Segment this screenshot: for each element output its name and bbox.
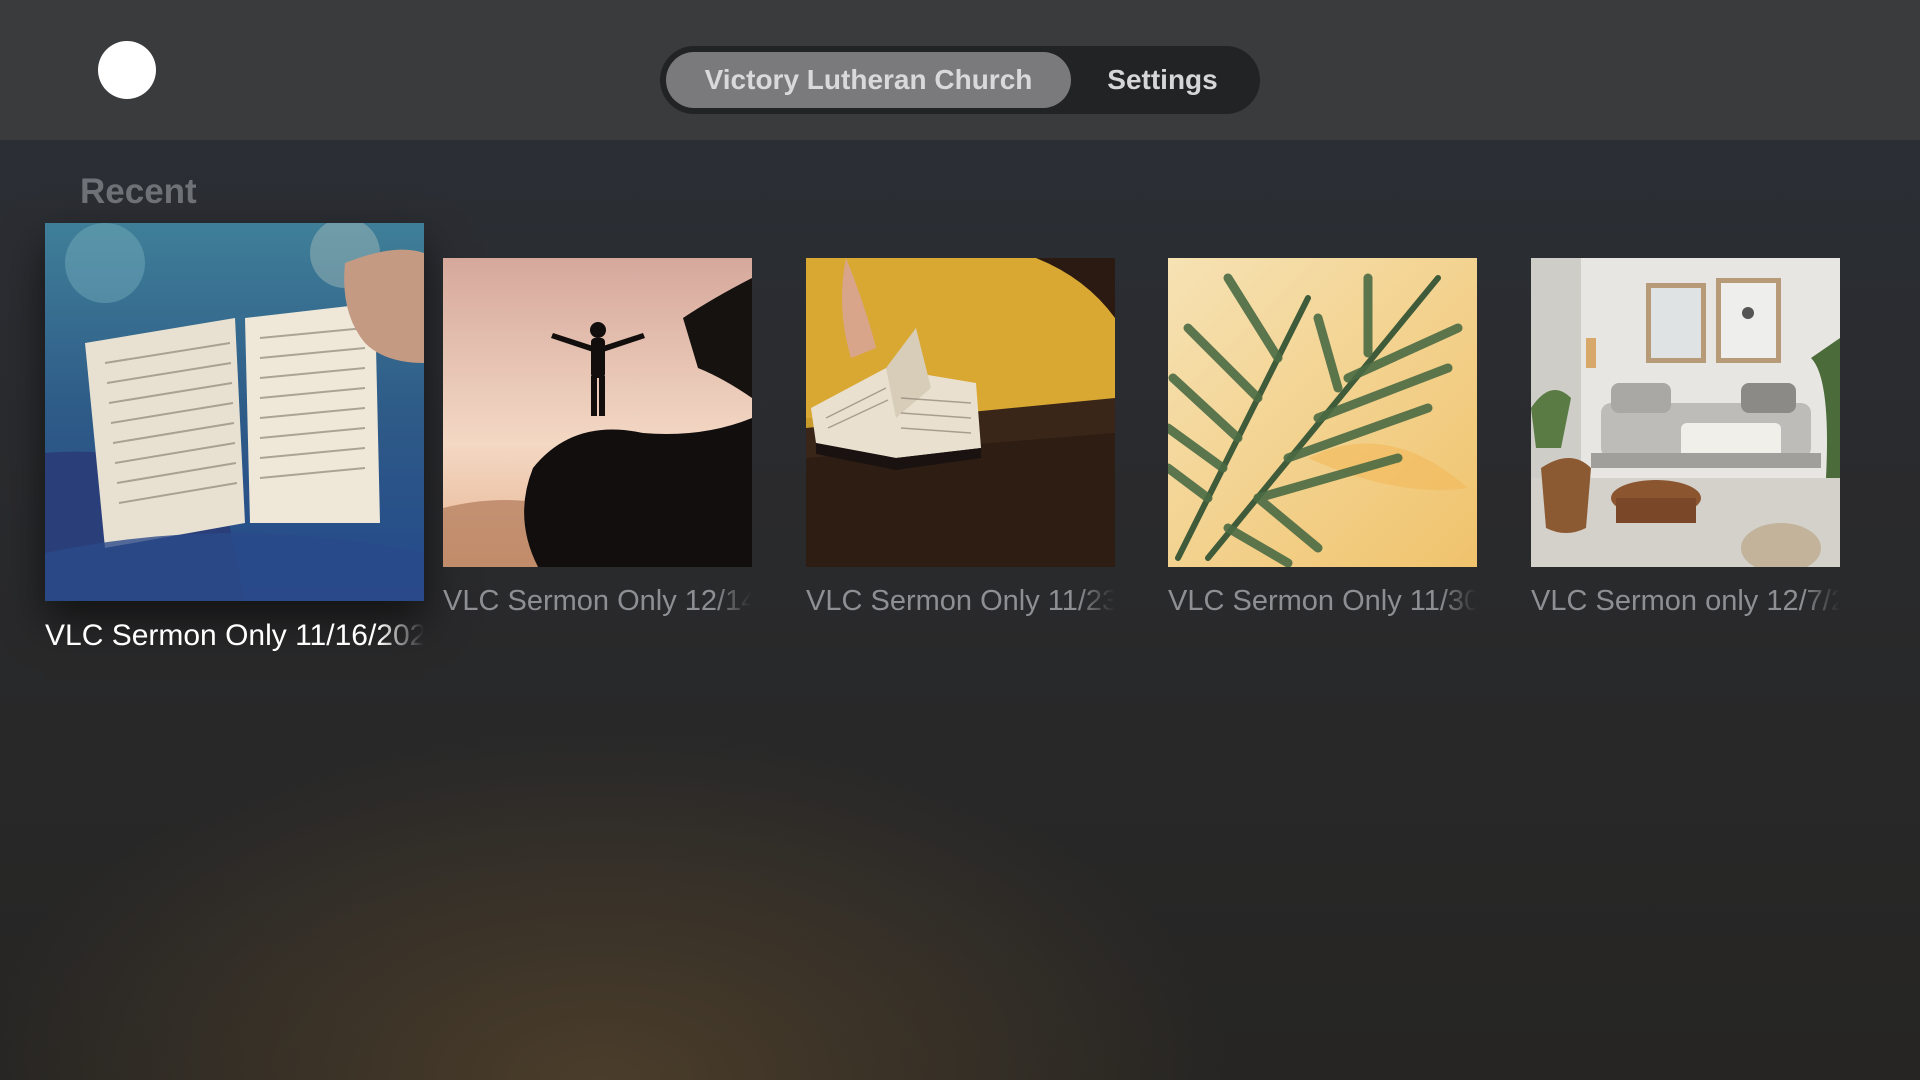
tab-settings[interactable]: Settings	[1071, 52, 1254, 108]
card-title: VLC Sermon Only 12/14/2025	[443, 585, 752, 617]
sermon-card-5[interactable]: VLC Sermon only 12/7/2025	[1531, 258, 1840, 618]
thumbnail-living-room	[1531, 258, 1840, 567]
thumbnail-palm-leaves	[1168, 258, 1477, 567]
card-title: VLC Sermon Only 11/23/2025	[806, 585, 1115, 617]
card-title: VLC Sermon Only 11/16/2025	[45, 619, 424, 652]
tab-bar: Victory Lutheran Church Settings	[660, 46, 1260, 114]
tab-victory-lutheran-church[interactable]: Victory Lutheran Church	[666, 52, 1071, 108]
thumbnail-woman-reading-bible	[806, 258, 1115, 567]
card-title: VLC Sermon Only 11/30/2025	[1168, 585, 1477, 617]
sermon-card-3[interactable]: VLC Sermon Only 11/23/2025	[806, 258, 1115, 618]
thumbnail-person-on-rock-sunset	[443, 258, 752, 567]
card-title: VLC Sermon only 12/7/2025	[1531, 585, 1840, 617]
sermon-card-4[interactable]: VLC Sermon Only 11/30/2025	[1168, 258, 1477, 618]
section-title-recent: Recent	[80, 172, 197, 211]
sermon-card-2[interactable]: VLC Sermon Only 12/14/2025	[443, 258, 752, 618]
sermon-card-1[interactable]: VLC Sermon Only 11/16/2025	[45, 223, 424, 653]
top-bar: Victory Lutheran Church Settings	[0, 0, 1920, 140]
profile-avatar[interactable]	[98, 41, 156, 99]
thumbnail-open-bible-in-hands	[45, 223, 424, 601]
